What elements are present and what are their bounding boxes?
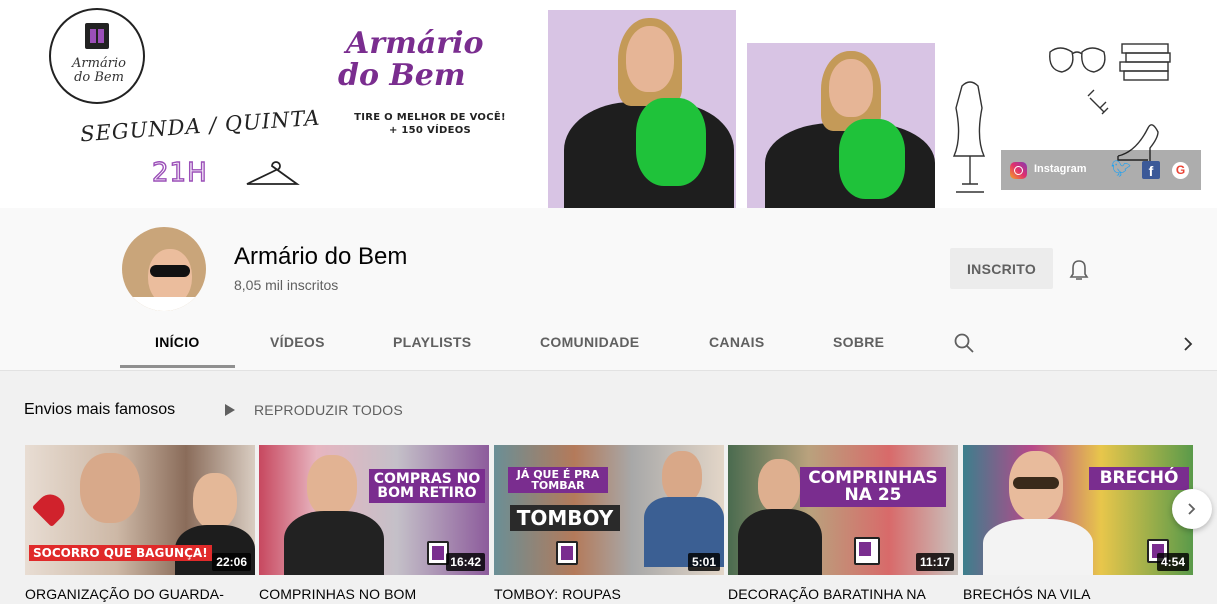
video-duration: 5:01 (687, 553, 720, 571)
banner-title-line2: do Bem (338, 58, 466, 93)
thumbnail-overlay-small: JÁ QUE É PRA TOMBAR (508, 467, 608, 493)
instagram-icon[interactable] (1010, 162, 1027, 179)
video-thumbnail[interactable]: JÁ QUE É PRA TOMBAR TOMBOY 5:01 (494, 445, 724, 575)
thumbnail-overlay-text: COMPRAS NO BOM RETIRO (369, 469, 485, 503)
banner-title: Armário do Bem (338, 26, 484, 92)
wardrobe-icon (556, 541, 578, 565)
popular-uploads-shelf: Envios mais famosos REPRODUZIR TODOS SOC… (0, 370, 1217, 604)
banner-photo-kiss (548, 10, 736, 208)
tab-videos[interactable]: VÍDEOS (270, 334, 325, 350)
video-card[interactable]: JÁ QUE É PRA TOMBAR TOMBOY 5:01 TOMBOY: … (494, 445, 724, 602)
subscribed-button[interactable]: INSCRITO (950, 248, 1053, 289)
video-title[interactable]: TOMBOY: ROUPAS (494, 586, 621, 602)
channel-header: Armário do Bem 8,05 mil inscritos INSCRI… (0, 208, 1217, 368)
active-tab-indicator (120, 365, 235, 368)
facebook-icon[interactable]: f (1142, 161, 1160, 179)
video-duration: 16:42 (446, 553, 485, 571)
channel-tabs: INÍCIO VÍDEOS PLAYLISTS COMUNIDADE CANAI… (0, 326, 1217, 368)
subscriber-count: 8,05 mil inscritos (234, 277, 339, 293)
banner-tagline-line1: TIRE O MELHOR DE VOCÊ! (354, 112, 506, 123)
video-duration: 22:06 (212, 553, 251, 571)
channel-name: Armário do Bem (234, 243, 408, 270)
thumbnail-overlay-text: COMPRINHAS NA 25 (800, 467, 946, 507)
video-card[interactable]: SOCORRO QUE BAGUNÇA! 22:06 ORGANIZAÇÃO D… (25, 445, 255, 602)
video-card[interactable]: COMPRAS NO BOM RETIRO 16:42 COMPRINHAS N… (259, 445, 489, 602)
channel-logo: Armário do Bem (49, 8, 145, 104)
banner-tagline-line2: + 150 VÍDEOS (388, 125, 472, 136)
video-thumbnail[interactable]: COMPRAS NO BOM RETIRO 16:42 (259, 445, 489, 575)
logo-text-line1: Armário (72, 56, 126, 71)
play-all-label: REPRODUZIR TODOS (254, 402, 403, 418)
hanger-icon (246, 161, 300, 185)
thumbnail-overlay-text: TOMBOY (510, 505, 620, 531)
twitter-icon[interactable]: 🐦︎ (1111, 162, 1131, 178)
notification-bell-icon[interactable] (1069, 259, 1089, 281)
chevron-right-icon (1188, 503, 1196, 515)
tab-canais[interactable]: CANAIS (709, 334, 764, 350)
tab-sobre[interactable]: SOBRE (833, 334, 884, 350)
tab-comunidade[interactable]: COMUNIDADE (540, 334, 639, 350)
video-duration: 11:17 (915, 553, 954, 571)
shelf-next-button[interactable] (1172, 489, 1212, 529)
video-card[interactable]: BRECHÓ 4:54 BRECHÓS NA VILA (963, 445, 1193, 602)
schedule-days: SEGUNDA / QUINTA (79, 105, 322, 147)
video-title[interactable]: DECORAÇÃO BARATINHA NA (728, 586, 926, 602)
channel-banner: Armário do Bem SEGUNDA / QUINTA 21H Armá… (0, 0, 1217, 208)
video-thumbnail[interactable]: COMPRINHAS NA 25 11:17 (728, 445, 958, 575)
chevron-right-icon[interactable] (1181, 336, 1195, 352)
video-card[interactable]: COMPRINHAS NA 25 11:17 DECORAÇÃO BARATIN… (728, 445, 958, 602)
wardrobe-icon (85, 23, 109, 49)
tab-inicio[interactable]: INÍCIO (155, 334, 200, 350)
logo-text-line2: do Bem (74, 70, 124, 85)
video-duration: 4:54 (1156, 553, 1189, 571)
shelf-title: Envios mais famosos (24, 401, 176, 418)
video-title[interactable]: COMPRINHAS NO BOM (259, 586, 416, 602)
banner-photo-smile (747, 43, 935, 208)
google-icon[interactable]: G (1172, 162, 1189, 179)
banner-tagline: TIRE O MELHOR DE VOCÊ! + 150 VÍDEOS (345, 111, 515, 137)
wardrobe-icon (854, 537, 880, 565)
schedule-time: 21H (151, 157, 208, 188)
search-icon[interactable] (953, 332, 975, 354)
play-all-button[interactable]: REPRODUZIR TODOS (225, 402, 403, 418)
instagram-link[interactable]: Instagram (1034, 163, 1087, 175)
video-thumbnail[interactable]: BRECHÓ 4:54 (963, 445, 1193, 575)
channel-avatar[interactable] (122, 227, 206, 311)
thumbnail-overlay-text: BRECHÓ (1089, 467, 1189, 490)
video-title[interactable]: ORGANIZAÇÃO DO GUARDA- (25, 586, 224, 602)
thumbnail-overlay-text: SOCORRO QUE BAGUNÇA! (29, 545, 212, 561)
tab-playlists[interactable]: PLAYLISTS (393, 334, 471, 350)
video-thumbnail[interactable]: SOCORRO QUE BAGUNÇA! 22:06 (25, 445, 255, 575)
banner-title-line1: Armário (346, 26, 484, 61)
video-title[interactable]: BRECHÓS NA VILA (963, 586, 1091, 602)
social-links-bar: Instagram 🐦︎ f G (1001, 150, 1201, 190)
play-icon (225, 404, 235, 416)
